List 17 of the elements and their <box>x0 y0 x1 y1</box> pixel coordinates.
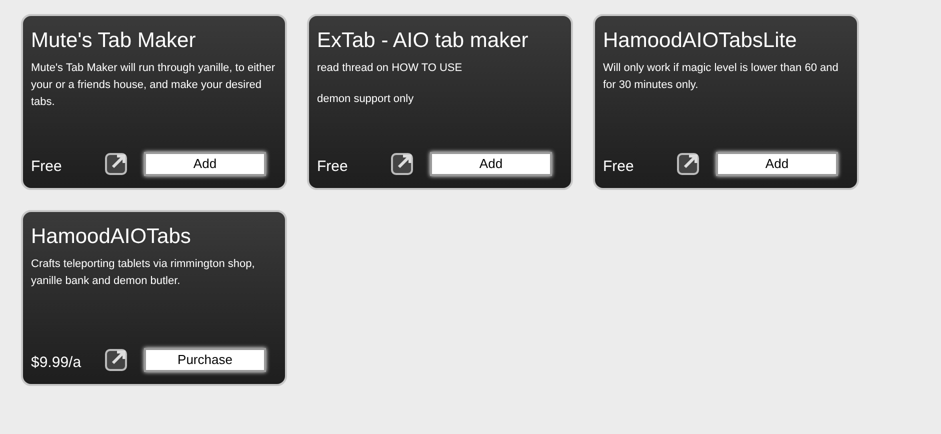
card-description: demon support only <box>317 92 415 107</box>
card-description: read thread on HOW TO USE <box>317 61 464 76</box>
card-title: HamoodAIOTabsLite <box>603 28 798 54</box>
add-button[interactable]: Add <box>144 152 266 176</box>
price-label: Free <box>317 156 349 176</box>
add-button[interactable]: Add <box>430 152 552 176</box>
card-description: Crafts teleporting tablets via rimmington shop, yanille bank and demon butler. <box>31 257 256 289</box>
purchase-button[interactable]: Purchase <box>144 348 266 372</box>
card-title: ExTab - AIO tab maker <box>317 28 530 54</box>
card-title: HamoodAIOTabs <box>31 224 192 250</box>
price-label: Free <box>603 156 635 176</box>
card-description: Will only work if magic level is lower than 60 and for 30 minutes only. <box>603 61 840 93</box>
price-label: $9.99/a <box>31 352 82 372</box>
add-button[interactable]: Add <box>716 152 838 176</box>
card-title: Mute's Tab Maker <box>31 28 197 54</box>
price-label: Free <box>31 156 63 176</box>
card-description: Mute's Tab Maker will run through yanille, to either your or a friends house, and make your desired tabs. <box>31 61 276 110</box>
